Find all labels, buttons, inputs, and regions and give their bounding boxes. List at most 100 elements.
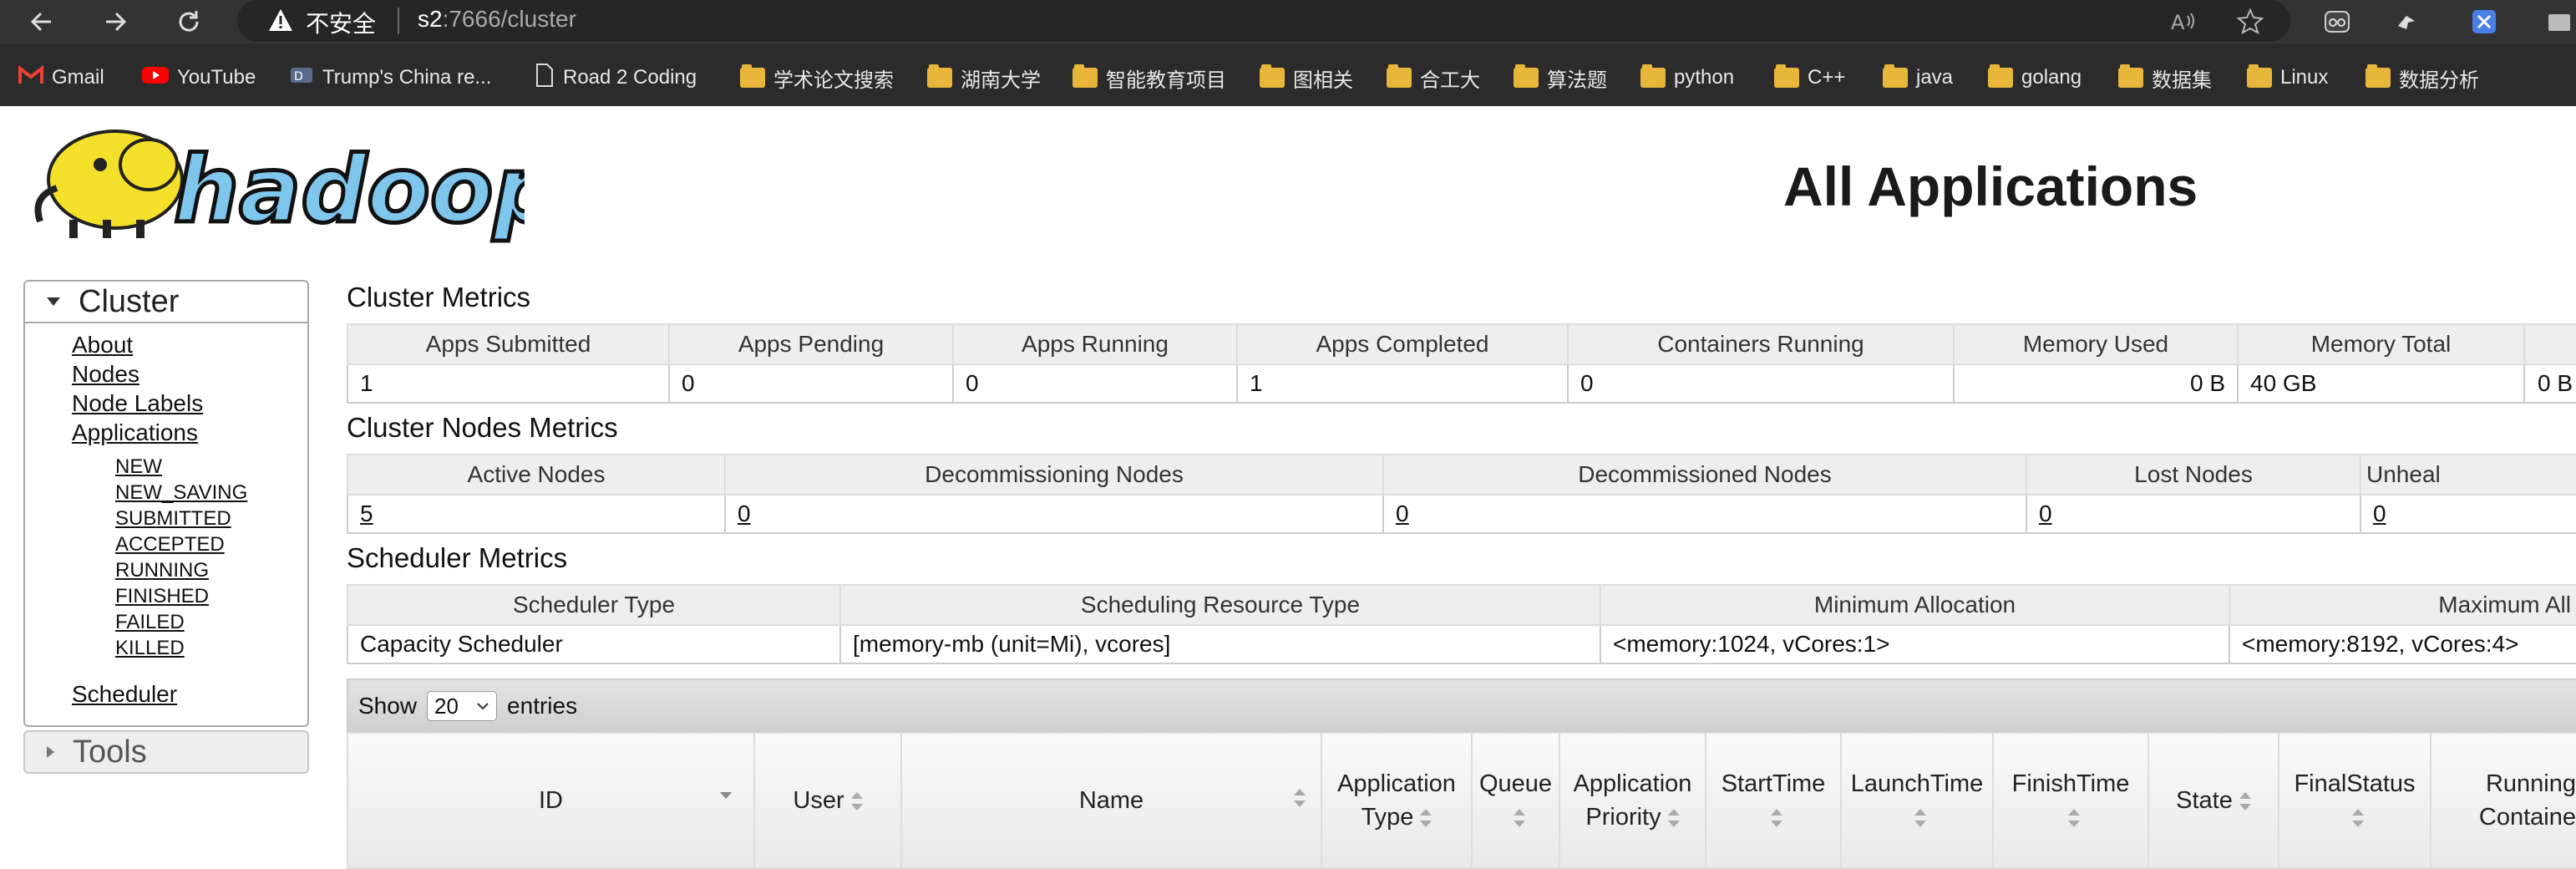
table-header-row: Apps Submitted Apps Pending Apps Running… xyxy=(347,323,2576,365)
cluster-accordion-header[interactable]: Cluster xyxy=(25,282,307,323)
table-header-row: Scheduler Type Scheduling Resource Type … xyxy=(347,584,2576,626)
column-label: LaunchTime xyxy=(1850,770,1984,797)
applications-table: ID User Name Application Type Queue Appli… xyxy=(347,732,2576,869)
url-text[interactable]: s2:7666/cluster xyxy=(418,6,576,33)
tools-accordion-header[interactable]: Tools xyxy=(23,730,309,774)
entries-select[interactable]: 20 xyxy=(427,691,498,721)
sidebar-link-node-labels[interactable]: Node Labels xyxy=(72,389,307,418)
triangle-right-icon xyxy=(47,746,54,758)
column-header-application-priority[interactable]: Application Priority xyxy=(1559,732,1706,869)
folder-icon xyxy=(1774,64,1799,88)
extension-bird-icon[interactable] xyxy=(2391,5,2424,38)
reload-icon[interactable] xyxy=(172,5,205,38)
bookmark-road2coding[interactable]: Road 2 Coding xyxy=(535,63,697,92)
sort-icon xyxy=(850,792,863,811)
folder-icon xyxy=(2366,64,2391,88)
bookmark-folder[interactable]: 图相关 xyxy=(1260,64,1353,92)
favorite-star-icon[interactable] xyxy=(2234,5,2267,38)
column-header-launch-time[interactable]: LaunchTime xyxy=(1840,732,1994,869)
header-memory-used: Memory Used xyxy=(1953,323,2239,365)
app-state-failed[interactable]: FAILED xyxy=(115,609,307,635)
bookmark-label: 湖南大学 xyxy=(961,69,1041,92)
gmail-icon xyxy=(18,64,43,91)
decommissioned-nodes-link[interactable]: 0 xyxy=(1396,501,1409,526)
column-header-user[interactable]: User xyxy=(753,732,902,869)
app-state-accepted[interactable]: ACCEPTED xyxy=(115,531,307,557)
column-header-application-type[interactable]: Application Type xyxy=(1321,732,1473,869)
hadoop-logo[interactable]: hadoop xyxy=(23,121,561,246)
folder-icon xyxy=(1260,64,1285,88)
folder-icon xyxy=(1514,64,1539,88)
value-apps-pending: 0 xyxy=(668,364,954,404)
youtube-icon xyxy=(142,65,169,91)
column-label: StartTime xyxy=(1721,770,1826,797)
bookmark-youtube[interactable]: YouTube xyxy=(142,64,256,92)
column-label: Type xyxy=(1361,804,1414,831)
table-header-row: Active Nodes Decommissioning Nodes Decom… xyxy=(347,454,2576,495)
bookmark-folder[interactable]: Linux xyxy=(2247,64,2328,92)
extension-translate-icon[interactable] xyxy=(2467,5,2501,38)
header-scheduler-type: Scheduler Type xyxy=(347,584,841,626)
bookmark-folder[interactable]: 算法题 xyxy=(1514,64,1607,92)
address-bar[interactable]: 不安全 s2:7666/cluster A xyxy=(237,0,2290,42)
bookmark-folder[interactable]: 学术论文搜索 xyxy=(740,64,894,92)
sort-icon xyxy=(1914,809,1926,828)
bookmark-folder[interactable]: golang xyxy=(1988,64,2082,92)
bookmark-folder[interactable]: 湖南大学 xyxy=(927,64,1041,92)
header-decommissioned-nodes: Decommissioned Nodes xyxy=(1382,454,2027,495)
column-header-start-time[interactable]: StartTime xyxy=(1705,732,1842,869)
read-aloud-icon[interactable]: A xyxy=(2167,5,2200,38)
warning-icon[interactable] xyxy=(267,7,294,38)
column-header-id[interactable]: ID xyxy=(347,732,755,869)
bookmark-folder[interactable]: 数据分析 xyxy=(2366,64,2479,92)
cluster-nodes-metrics-table: Active Nodes Decommissioning Nodes Decom… xyxy=(347,454,2576,534)
bookmark-folder[interactable]: 智能教育项目 xyxy=(1072,64,1226,92)
sidebar-link-scheduler[interactable]: Scheduler xyxy=(72,679,307,709)
bookmark-label: Gmail xyxy=(52,66,104,89)
column-header-queue[interactable]: Queue xyxy=(1471,732,1560,869)
browser-toolbar: 不安全 s2:7666/cluster A xyxy=(0,0,2576,43)
lost-nodes-link[interactable]: 0 xyxy=(2039,501,2052,526)
bookmark-folder[interactable]: 合工大 xyxy=(1387,64,1480,92)
app-state-running[interactable]: RUNNING xyxy=(115,557,307,583)
bookmark-label: golang xyxy=(2021,66,2082,89)
bookmark-folder[interactable]: python xyxy=(1640,64,1734,92)
folder-icon xyxy=(2247,64,2272,88)
header-unhealthy-nodes: Unheal xyxy=(2360,454,2576,495)
column-label: Application xyxy=(1573,770,1692,797)
forward-icon[interactable] xyxy=(99,5,132,38)
app-state-submitted[interactable]: SUBMITTED xyxy=(115,506,307,531)
column-header-name[interactable]: Name xyxy=(900,732,1322,869)
value-memory-used: 0 B xyxy=(1953,364,2239,404)
svg-text:D: D xyxy=(294,70,303,84)
unhealthy-nodes-link[interactable]: 0 xyxy=(2373,501,2386,526)
back-icon[interactable] xyxy=(25,5,58,38)
app-state-killed[interactable]: KILLED xyxy=(115,635,307,661)
bookmark-folder[interactable]: 数据集 xyxy=(2118,64,2212,92)
sidebar-link-applications[interactable]: Applications xyxy=(72,418,307,447)
app-state-new[interactable]: NEW xyxy=(115,454,307,480)
url-divider xyxy=(398,8,399,34)
column-label: Name xyxy=(1078,787,1144,814)
app-state-finished[interactable]: FINISHED xyxy=(115,583,307,609)
decommissioning-nodes-link[interactable]: 0 xyxy=(738,501,751,526)
column-header-state[interactable]: State xyxy=(2148,732,2279,869)
extension-owl-icon[interactable] xyxy=(2320,5,2354,38)
column-header-finish-time[interactable]: FinishTime xyxy=(1992,732,2149,869)
bookmark-folder[interactable]: C++ xyxy=(1774,64,1845,92)
bookmark-trump-china[interactable]: D Trump's China re... xyxy=(289,64,491,92)
sidebar-link-nodes[interactable]: Nodes xyxy=(72,359,307,389)
column-header-running-containers[interactable]: Running Containe xyxy=(2430,732,2576,869)
cell-active-nodes: 5 xyxy=(347,495,726,534)
app-state-new-saving[interactable]: NEW_SAVING xyxy=(115,480,307,506)
active-nodes-link[interactable]: 5 xyxy=(360,501,373,526)
sidebar: Cluster About Nodes Node Labels Applicat… xyxy=(23,280,309,774)
bookmark-gmail[interactable]: Gmail xyxy=(18,64,104,92)
extension-menu-icon[interactable] xyxy=(2543,5,2576,38)
sidebar-link-about[interactable]: About xyxy=(72,330,307,359)
sort-icon xyxy=(2239,792,2251,811)
cluster-accordion: Cluster About Nodes Node Labels Applicat… xyxy=(23,280,309,727)
column-header-final-status[interactable]: FinalStatus xyxy=(2278,732,2431,869)
insecure-label[interactable]: 不安全 xyxy=(306,6,376,39)
bookmark-folder[interactable]: java xyxy=(1883,64,1953,92)
